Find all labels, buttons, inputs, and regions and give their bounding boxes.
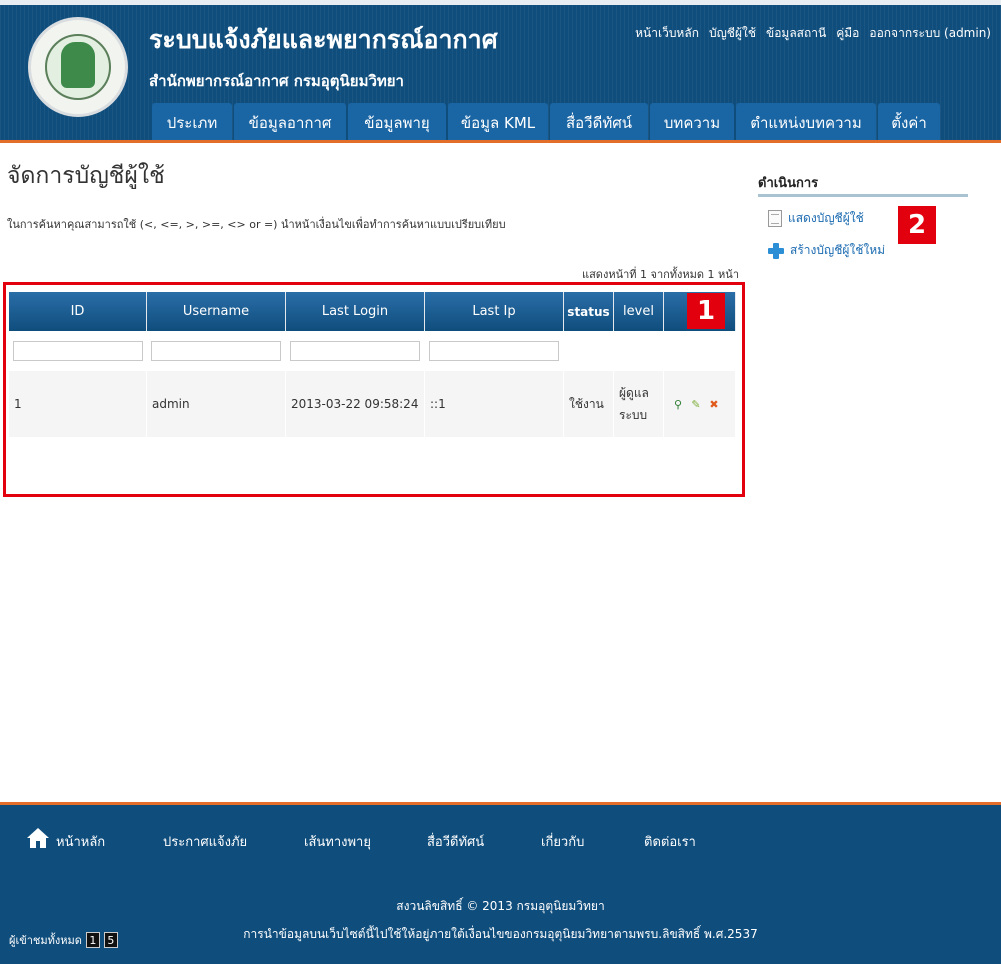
tab-weather-data[interactable]: ข้อมูลอากาศ [234, 103, 346, 140]
footer-link-storm-tracks[interactable]: เส้นทางพายุ [304, 831, 371, 852]
sidebar-item-label: สร้างบัญชีผู้ใช้ใหม่ [790, 243, 886, 257]
search-hint: ในการค้นหาคุณสามารถใช้ (<, <=, >, >=, <>… [7, 218, 506, 231]
badge-one: 1 [687, 293, 725, 329]
copyright: สงวนลิขสิทธิ์ © 2013 กรมอุตุนิยมวิทยา [396, 899, 605, 913]
filter-cell [425, 331, 564, 371]
page-title: จัดการบัญชีผู้ใช้ [7, 163, 165, 189]
row-actions: ⚲ ✎ ✖ [669, 397, 735, 411]
top-links: หน้าเว็บหลัก บัญชีผู้ใช้ ข้อมูลสถานี คู่… [635, 24, 991, 43]
sidebar-item-list-users[interactable]: แสดงบัญชีผู้ใช้ [768, 209, 864, 228]
top-link-home[interactable]: หน้าเว็บหลัก [635, 24, 699, 43]
site-title: ระบบแจ้งภัยและพยากรณ์อากาศ [149, 25, 498, 54]
list-icon [768, 210, 782, 227]
grid-header-row: ID Username Last Login Last Ip status le… [9, 292, 736, 331]
footer-link-videos[interactable]: สื่อวีดีทัศน์ [427, 831, 484, 852]
delete-icon[interactable]: ✖ [707, 397, 721, 411]
top-link-accounts[interactable]: บัญชีผู้ใช้ [709, 24, 756, 43]
column-last-ip[interactable]: Last Ip [425, 292, 564, 331]
filter-username-input[interactable] [151, 341, 281, 361]
top-link-manual[interactable]: คู่มือ [836, 24, 859, 43]
footer-link-contact[interactable]: ติดต่อเรา [644, 831, 696, 852]
tab-storm-data[interactable]: ข้อมูลพายุ [348, 103, 446, 140]
visitor-counter: ผู้เข้าชมทั้งหมด 1 5 [9, 931, 118, 949]
edit-icon[interactable]: ✎ [689, 397, 703, 411]
tab-category[interactable]: ประเภท [152, 103, 232, 140]
grid-summary: แสดงหน้าที่ 1 จากทั้งหมด 1 หน้า [582, 268, 739, 281]
footer-link-about[interactable]: เกี่ยวกับ [541, 831, 584, 852]
badge-two: 2 [898, 206, 936, 244]
department-logo[interactable] [28, 17, 128, 117]
tab-kml-data[interactable]: ข้อมูล KML [448, 103, 548, 140]
top-link-logout[interactable]: ออกจากระบบ (admin) [869, 24, 991, 43]
sidebar-item-create-user[interactable]: สร้างบัญชีผู้ใช้ใหม่ [768, 241, 885, 260]
filter-last-login-input[interactable] [290, 341, 420, 361]
cell-status: ใช้งาน [564, 371, 614, 437]
tab-article-positions[interactable]: ตำแหน่งบทความ [736, 103, 876, 140]
visitor-label: ผู้เข้าชมทั้งหมด [9, 934, 82, 947]
tab-video[interactable]: สื่อวีดีทัศน์ [550, 103, 648, 140]
user-grid: ID Username Last Login Last Ip status le… [9, 292, 736, 437]
filter-cell [147, 331, 286, 371]
main-nav: ประเภท ข้อมูลอากาศ ข้อมูลพายุ ข้อมูล KML… [152, 103, 940, 140]
filter-cell [614, 331, 664, 371]
filter-cell [9, 331, 147, 371]
logo-figure-icon [61, 42, 95, 88]
visitor-digit: 5 [103, 932, 118, 948]
top-link-stations[interactable]: ข้อมูลสถานี [766, 24, 826, 43]
plus-icon [768, 242, 784, 259]
tab-articles[interactable]: บทความ [650, 103, 734, 140]
filter-last-ip-input[interactable] [429, 341, 559, 361]
column-level[interactable]: level [614, 292, 664, 331]
tab-settings[interactable]: ตั้งค่า [878, 103, 940, 140]
cell-last-ip: ::1 [425, 371, 564, 437]
home-icon [27, 828, 49, 848]
visitor-digit: 1 [85, 932, 100, 948]
filter-cell [286, 331, 425, 371]
sidebar-title: ดำเนินการ [758, 176, 819, 191]
cell-actions: ⚲ ✎ ✖ [664, 371, 736, 437]
column-id[interactable]: ID [9, 292, 147, 331]
cell-id: 1 [9, 371, 147, 437]
column-username[interactable]: Username [147, 292, 286, 331]
column-status[interactable]: status [564, 292, 614, 331]
header: ระบบแจ้งภัยและพยากรณ์อากาศ สำนักพยากรณ์อ… [0, 0, 1001, 143]
view-icon[interactable]: ⚲ [671, 397, 685, 411]
cell-level: ผู้ดูแลระบบ [614, 371, 664, 437]
footer-link-warnings[interactable]: ประกาศแจ้งภัย [163, 831, 247, 852]
site-subtitle: สำนักพยากรณ์อากาศ กรมอุตุนิยมวิทยา [149, 72, 404, 90]
filter-id-input[interactable] [13, 341, 143, 361]
filter-cell [564, 331, 614, 371]
cell-username: admin [147, 371, 286, 437]
footer-link-home[interactable]: หน้าหลัก [56, 831, 105, 852]
sidebar-divider [758, 194, 968, 197]
column-last-login[interactable]: Last Login [286, 292, 425, 331]
footer: หน้าหลัก ประกาศแจ้งภัย เส้นทางพายุ สื่อว… [0, 802, 1001, 964]
filter-row [9, 331, 736, 371]
filter-cell [664, 331, 736, 371]
sidebar-item-label: แสดงบัญชีผู้ใช้ [788, 211, 864, 225]
table-row: 1 admin 2013-03-22 09:58:24 ::1 ใช้งาน ผ… [9, 371, 736, 437]
terms-notice: การนำข้อมูลบนเว็บไซต์นี้ไปใช้ให้อยู่ภายใ… [243, 927, 758, 941]
cell-last-login: 2013-03-22 09:58:24 [286, 371, 425, 437]
